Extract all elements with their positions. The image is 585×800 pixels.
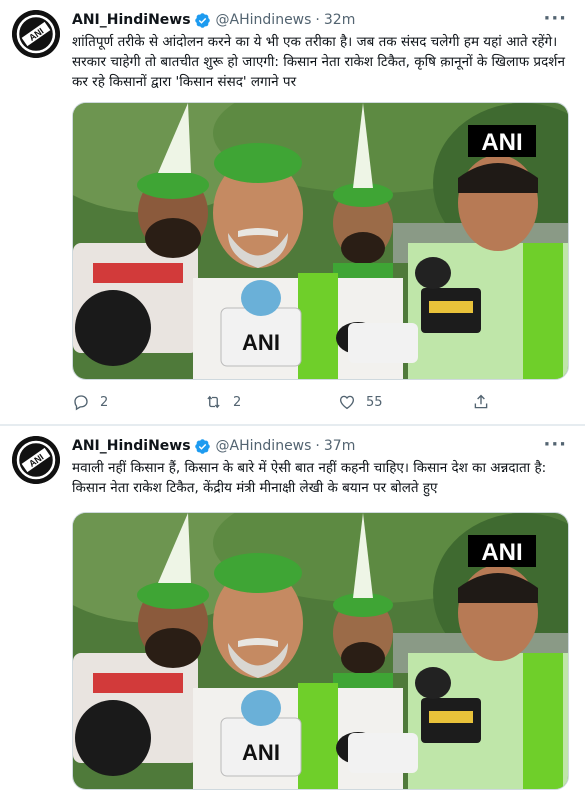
author-name[interactable]: ANI_HindiNews — [72, 438, 191, 454]
ani-watermark: ANI — [481, 539, 522, 566]
tweet[interactable]: ANI ANI_HindiNews @AHindinews · 32m ··· … — [0, 0, 585, 425]
more-icon[interactable]: ··· — [543, 434, 567, 455]
like-icon — [339, 395, 355, 410]
tweet-text: शांतिपूर्ण तरीके से आंदोलन करने का ये भी… — [72, 34, 565, 90]
avatar[interactable]: ANI — [12, 436, 60, 484]
media-image: ANI ANI — [73, 103, 568, 379]
timestamp[interactable]: 32m — [324, 12, 355, 28]
tweet-actions: 2 2 55 — [72, 393, 512, 413]
author-name[interactable]: ANI_HindiNews — [72, 12, 191, 28]
author-handle[interactable]: @AHindinews — [216, 12, 312, 28]
verified-badge-icon — [194, 12, 210, 28]
share-button[interactable] — [472, 393, 500, 411]
retweet-icon — [207, 395, 220, 409]
like-count: 55 — [366, 394, 383, 410]
like-button[interactable]: 55 — [338, 393, 383, 411]
ani-logo-icon: ANI — [12, 436, 60, 484]
tweet-media[interactable]: ANI ANI — [72, 512, 569, 790]
tweet-header: ANI_HindiNews @AHindinews · 37m — [72, 436, 355, 456]
timestamp[interactable]: 37m — [324, 438, 355, 454]
author-handle[interactable]: @AHindinews — [216, 438, 312, 454]
media-image: ANI ANI — [73, 513, 568, 789]
tweet-text: मवाली नहीं किसान हैं, किसान के बारे में … — [72, 460, 547, 496]
tweet-header: ANI_HindiNews @AHindinews · 32m — [72, 10, 355, 30]
reply-button[interactable]: 2 — [72, 393, 108, 411]
ani-logo-icon: ANI — [12, 10, 60, 58]
reply-count: 2 — [100, 394, 109, 410]
tweet-media[interactable]: ANI ANI — [72, 102, 569, 380]
verified-badge-icon — [194, 438, 210, 454]
retweet-count: 2 — [233, 394, 242, 410]
separator: · — [315, 12, 320, 28]
tweet[interactable]: ANI ANI_HindiNews @AHindinews · 37m ··· … — [0, 426, 585, 800]
more-icon[interactable]: ··· — [543, 8, 567, 29]
mic-ani-label: ANI — [242, 740, 280, 765]
reply-icon — [74, 395, 88, 411]
separator: · — [315, 438, 320, 454]
avatar[interactable]: ANI — [12, 10, 60, 58]
ani-watermark: ANI — [481, 129, 522, 156]
mic-ani-label: ANI — [242, 330, 280, 355]
retweet-button[interactable]: 2 — [204, 393, 241, 411]
share-icon — [474, 394, 488, 409]
